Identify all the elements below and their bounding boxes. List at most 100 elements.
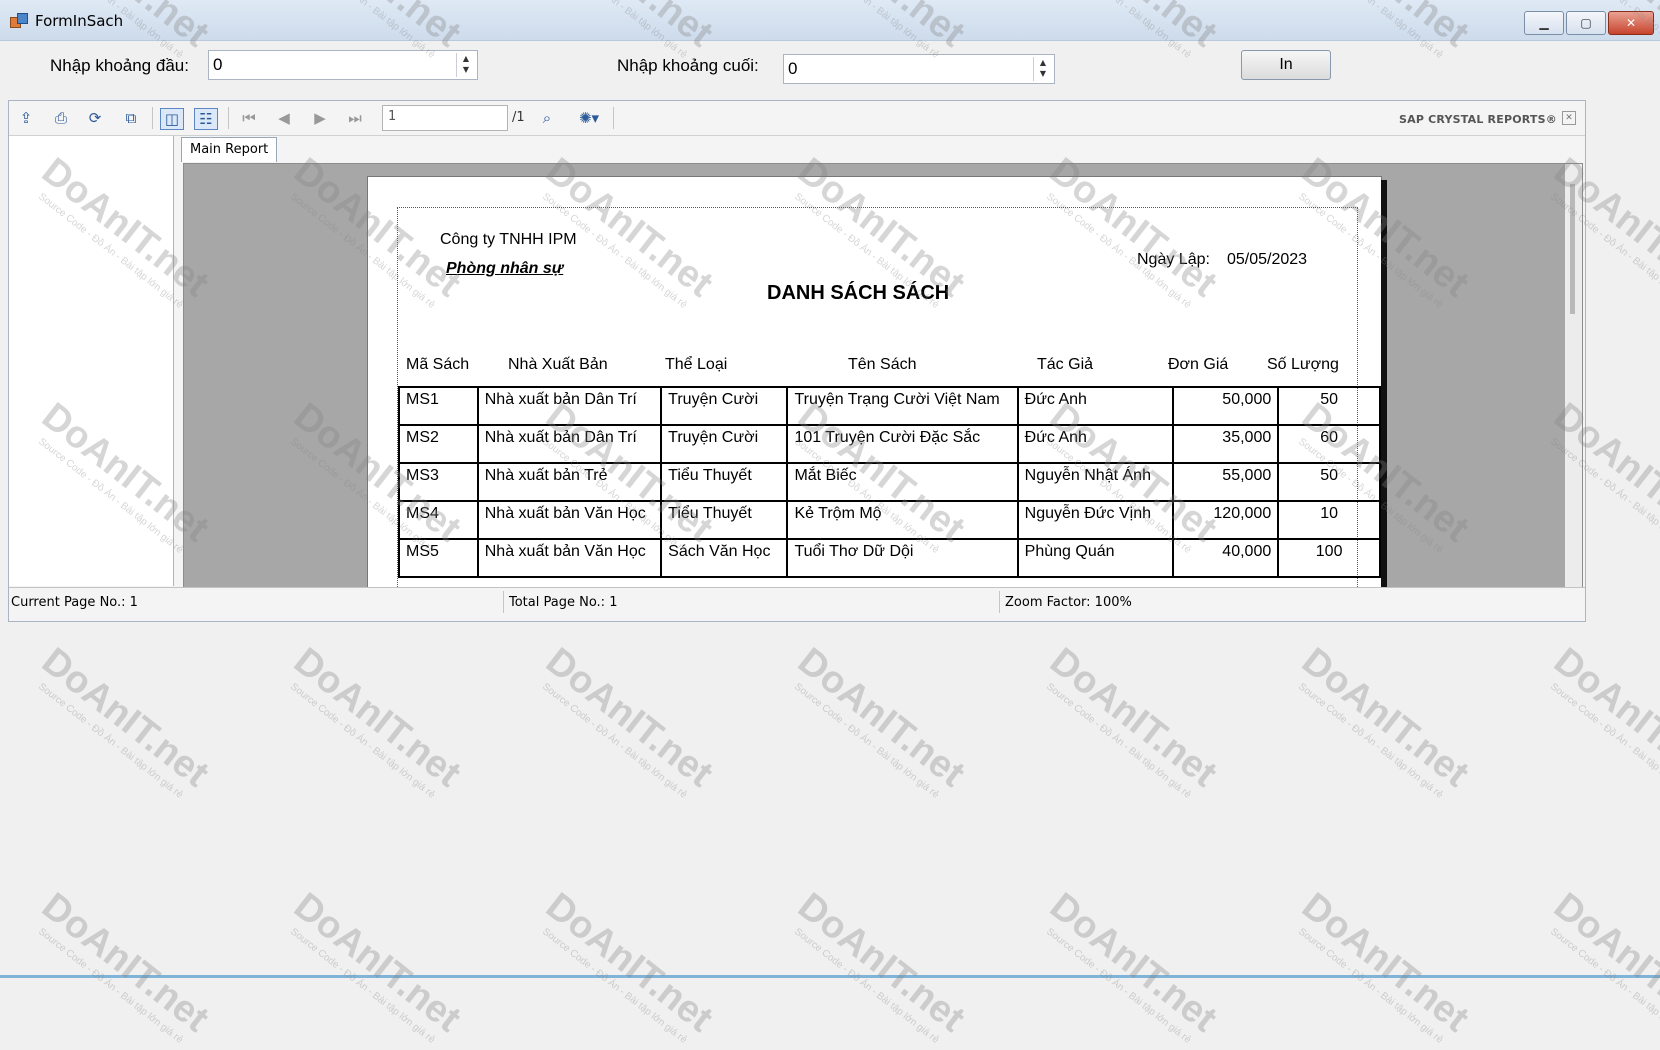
close-icon[interactable]: ✕ [1562,111,1576,125]
refresh-icon[interactable]: ⟳ [84,108,106,128]
table-cell: Tuổi Thơ Dữ Dội [786,538,1019,578]
watermark: DoAnIT.netSource Code - Đồ Án - Bài tập … [790,640,973,801]
end-range-spinner[interactable]: ▲ ▼ [1033,57,1052,81]
spin-down-icon[interactable]: ▼ [1034,68,1052,79]
table-cell: Nhà xuất bản Dân Trí [476,386,663,426]
table-cell: Mắt Biếc [786,462,1019,502]
watermark: DoAnIT.netSource Code - Đồ Án - Bài tập … [538,885,721,1046]
watermark: DoAnIT.netSource Code - Đồ Án - Bài tập … [1294,885,1477,1046]
window-title: FormInSach [35,12,124,30]
table-cell: MS1 [398,386,479,426]
vertical-scrollbar[interactable] [1565,164,1582,587]
watermark: DoAnIT.netSource Code - Đồ Án - Bài tập … [1042,640,1225,801]
spin-up-icon[interactable]: ▲ [1034,57,1052,68]
book-table: MS1 Nhà xuất bản Dân Trí Truyện Cười Truyện… [398,386,1381,578]
table-cell: MS4 [398,500,479,540]
watermark: DoAnIT.netSource Code - Đồ Án - Bài tập … [790,885,973,1046]
table-cell: 100 [1277,538,1381,578]
zoom-icon[interactable]: ✺▾ [572,108,606,128]
watermark: DoAnIT.netSource Code - Đồ Án - Bài tập … [34,640,217,801]
column-header: Nhà Xuất Bản [508,356,608,373]
close-button[interactable]: ✕ [1608,11,1654,35]
date-label: Ngày Lập: [1137,251,1210,268]
next-page-icon[interactable]: ▶ [309,108,331,128]
end-range-value: 0 [788,59,798,78]
table-cell: Phùng Quán [1016,538,1174,578]
page-number-input[interactable]: 1 [382,105,508,131]
column-header: Thể Loại [665,356,728,373]
start-range-label: Nhập khoảng đầu: [50,56,189,75]
watermark: DoAnIT.netSource Code - Đồ Án - Bài tập … [286,640,469,801]
table-cell: Kẻ Trộm Mộ [786,500,1019,540]
last-page-icon[interactable]: ⏭ [344,108,366,128]
column-header: Tác Giả [1037,356,1094,373]
status-zoom: Zoom Factor: 100% [1005,595,1132,610]
print-icon[interactable]: ⎙ [50,108,72,128]
parameter-panel-icon[interactable]: ☷ [194,108,218,130]
crystal-report-viewer: ⇪ ⎙ ⟳ ⧉ ◫ ☷ ⏮ ◀ ▶ ⏭ 1 /1 ⌕ ✺▾ SAP CRYSTA… [8,100,1586,622]
first-page-icon[interactable]: ⏮ [238,108,260,128]
spin-down-icon[interactable]: ▼ [457,64,475,75]
end-range-label: Nhập khoảng cuối: [617,56,759,75]
page-total-label: /1 [512,110,525,125]
brand-label: SAP CRYSTAL REPORTS® [1399,113,1557,126]
watermark: DoAnIT.netSource Code - Đồ Án - Bài tập … [1546,640,1660,801]
tab-main-report[interactable]: Main Report [181,137,278,162]
column-header: Tên Sách [848,356,917,373]
viewer-toolbar: ⇪ ⎙ ⟳ ⧉ ◫ ☷ ⏮ ◀ ▶ ⏭ 1 /1 ⌕ ✺▾ SAP CRYSTA… [9,101,1585,136]
department-name: Phòng nhân sự [446,260,564,277]
table-cell: 40,000 [1171,538,1280,578]
watermark: DoAnIT.netSource Code - Đồ Án - Bài tập … [1042,885,1225,1046]
table-cell: Nguyễn Đức Vịnh [1016,500,1174,540]
table-cell: 101 Truyện Cười Đặc Sắc [786,424,1019,464]
print-button[interactable]: In [1241,50,1331,80]
minimize-button[interactable]: ▁ [1524,11,1564,35]
group-tree-panel[interactable] [9,136,174,586]
previous-page-icon[interactable]: ◀ [273,108,295,128]
report-page: Công ty TNHH IPM Phòng nhân sự Ngày Lập:… [367,176,1382,587]
status-current-page: Current Page No.: 1 [11,595,138,610]
end-range-input[interactable]: 0 ▲ ▼ [783,54,1055,84]
table-cell: MS2 [398,424,479,464]
app-icon [10,13,28,28]
table-cell: 35,000 [1171,424,1280,464]
window-titlebar[interactable]: FormInSach ▁ ▢ ✕ [0,0,1660,41]
table-cell: 50 [1277,462,1381,502]
table-cell: Truyện Cười [660,424,789,464]
maximize-button[interactable]: ▢ [1566,11,1606,35]
copy-icon[interactable]: ⧉ [120,108,142,128]
company-name: Công ty TNHH IPM [440,231,577,248]
table-row: MS5 Nhà xuất bản Văn Học Sách Văn Học Tuổi … [398,538,1381,578]
scroll-thumb[interactable] [1570,184,1575,314]
search-icon[interactable]: ⌕ [536,108,558,128]
table-cell: 10 [1277,500,1381,540]
page-shadow [1381,180,1387,587]
table-cell: Nhà xuất bản Văn Học [476,500,663,540]
table-row: MS4 Nhà xuất bản Văn Học Tiểu Thuyết Kẻ Trộ… [398,500,1381,540]
table-row: MS2 Nhà xuất bản Dân Trí Truyện Cười 101 Tr… [398,424,1381,464]
table-cell: Nhà xuất bản Dân Trí [476,424,663,464]
start-range-value: 0 [213,55,223,74]
table-cell: Đức Anh [1016,386,1174,426]
column-header: Mã Sách [406,356,470,373]
table-cell: Nhà xuất bản Văn Học [476,538,663,578]
date-value: 05/05/2023 [1227,251,1308,268]
table-cell: Sách Văn Học [660,538,789,578]
watermark: DoAnIT.netSource Code - Đồ Án - Bài tập … [1294,640,1477,801]
group-tree-toggle-icon[interactable]: ◫ [160,108,184,130]
start-range-input[interactable]: 0 ▲ ▼ [208,50,478,80]
spin-up-icon[interactable]: ▲ [457,53,475,64]
table-cell: MS3 [398,462,479,502]
report-preview-area[interactable]: Công ty TNHH IPM Phòng nhân sự Ngày Lập:… [183,163,1583,588]
column-header: Đơn Giá [1168,356,1229,373]
table-cell: Đức Anh [1016,424,1174,464]
start-range-spinner[interactable]: ▲ ▼ [456,53,475,77]
export-icon[interactable]: ⇪ [15,108,37,128]
table-cell: 50 [1277,386,1381,426]
table-cell: Truyện Cười [660,386,789,426]
column-header: Số Lượng [1267,356,1339,373]
table-cell: Truyện Trạng Cười Việt Nam [786,386,1019,426]
watermark: DoAnIT.netSource Code - Đồ Án - Bài tập … [538,640,721,801]
report-title: DANH SÁCH SÁCH [767,282,950,304]
table-cell: 55,000 [1171,462,1280,502]
